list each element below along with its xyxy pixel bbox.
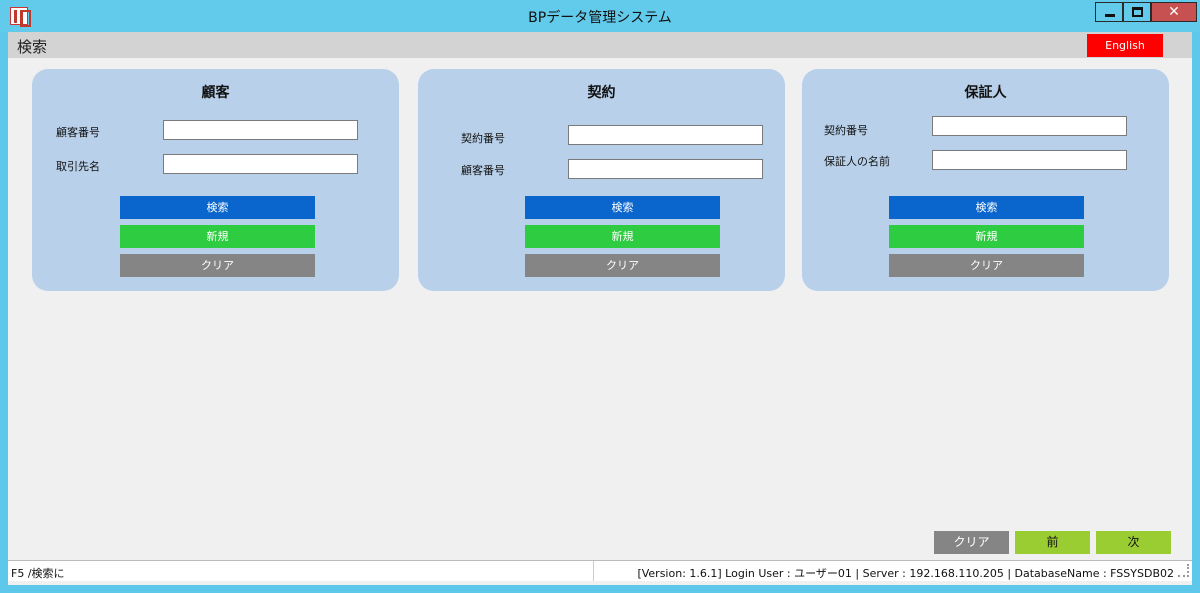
contract-number-input[interactable] xyxy=(932,116,1127,136)
status-hint: F5 /検索に xyxy=(11,567,65,580)
title-bar[interactable]: BPデータ管理システム ✕ xyxy=(0,0,1200,32)
contract-number-label: 契約番号 xyxy=(824,124,868,137)
new-button[interactable]: 新規 xyxy=(120,225,315,248)
minimize-icon xyxy=(1105,14,1115,17)
app-window: BPデータ管理システム ✕ 検索 English 顧客 顧客番号 取引先名 検索… xyxy=(0,0,1200,593)
resize-grip-icon[interactable] xyxy=(1178,564,1189,577)
status-divider xyxy=(593,561,594,581)
page-title: 検索 xyxy=(17,38,48,56)
close-button[interactable]: ✕ xyxy=(1151,2,1197,22)
clear-button[interactable]: クリア xyxy=(120,254,315,277)
customer-number-input[interactable] xyxy=(163,120,358,140)
panel-title: 顧客 xyxy=(201,85,230,101)
footer-clear-button[interactable]: クリア xyxy=(934,531,1009,554)
maximize-icon xyxy=(1132,7,1143,17)
business-partner-name-input[interactable] xyxy=(163,154,358,174)
close-icon: ✕ xyxy=(1168,4,1180,20)
guarantor-name-input[interactable] xyxy=(932,150,1127,170)
status-bar: F5 /検索に [Version: 1.6.1] Login User : ユー… xyxy=(8,560,1192,581)
maximize-button[interactable] xyxy=(1123,2,1151,22)
clear-button[interactable]: クリア xyxy=(889,254,1084,277)
guarantor-name-label: 保証人の名前 xyxy=(824,155,890,168)
next-button[interactable]: 次 xyxy=(1096,531,1171,554)
new-button[interactable]: 新規 xyxy=(889,225,1084,248)
status-info: [Version: 1.6.1] Login User : ユーザー01 | S… xyxy=(637,567,1174,580)
search-button[interactable]: 検索 xyxy=(889,196,1084,219)
search-button[interactable]: 検索 xyxy=(120,196,315,219)
previous-button[interactable]: 前 xyxy=(1015,531,1090,554)
language-toggle-button[interactable]: English xyxy=(1087,34,1163,57)
contract-number-input[interactable] xyxy=(568,125,763,145)
customer-number-input[interactable] xyxy=(568,159,763,179)
new-button[interactable]: 新規 xyxy=(525,225,720,248)
window-title: BPデータ管理システム xyxy=(528,10,672,26)
contract-number-label: 契約番号 xyxy=(461,132,505,145)
search-button[interactable]: 検索 xyxy=(525,196,720,219)
minimize-button[interactable] xyxy=(1095,2,1123,22)
customer-number-label: 顧客番号 xyxy=(461,164,505,177)
header-bar: 検索 English xyxy=(8,32,1192,58)
customer-search-panel: 顧客 顧客番号 取引先名 検索 新規 クリア xyxy=(32,69,399,291)
panel-title: 契約 xyxy=(587,85,616,101)
business-partner-name-label: 取引先名 xyxy=(56,160,100,173)
panel-title: 保証人 xyxy=(964,85,1007,101)
main-content: 検索 English 顧客 顧客番号 取引先名 検索 新規 クリア 契約 契約番… xyxy=(8,32,1192,585)
customer-number-label: 顧客番号 xyxy=(56,126,100,139)
guarantor-search-panel: 保証人 契約番号 保証人の名前 検索 新規 クリア xyxy=(802,69,1169,291)
contract-search-panel: 契約 契約番号 顧客番号 検索 新規 クリア xyxy=(418,69,785,291)
clear-button[interactable]: クリア xyxy=(525,254,720,277)
